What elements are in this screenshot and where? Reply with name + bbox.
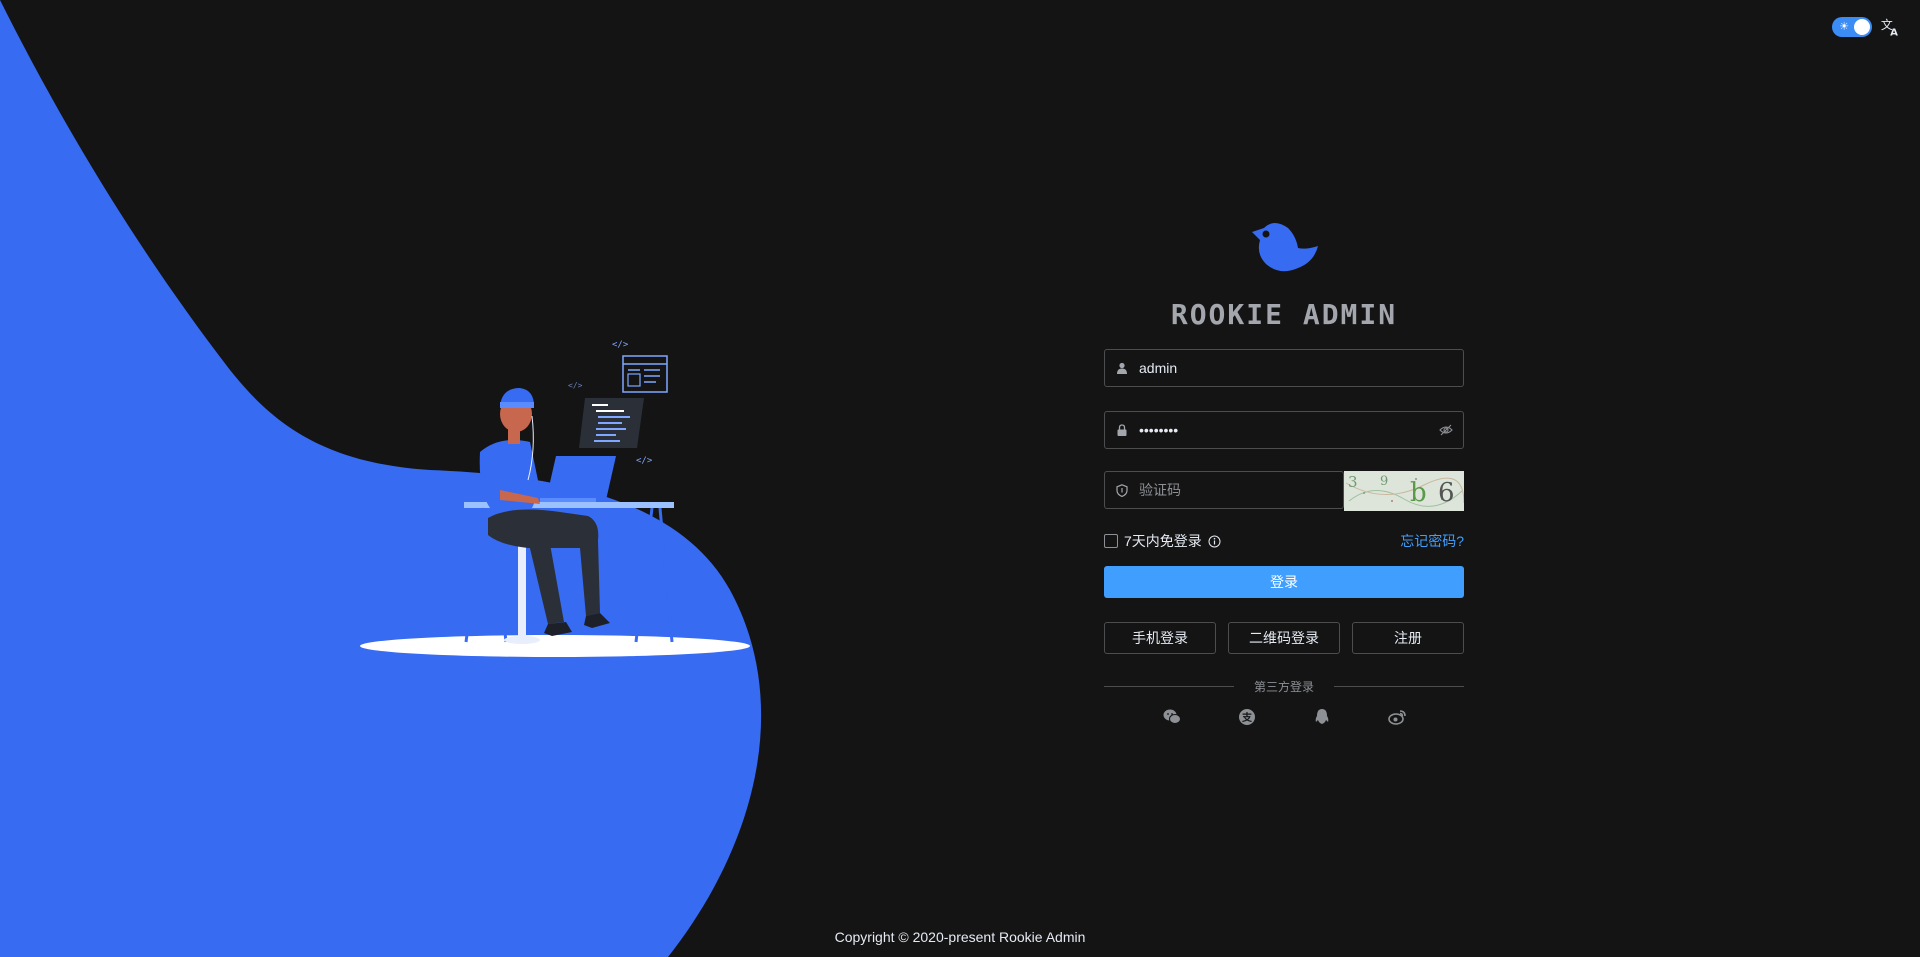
remember-row: 7天内免登录 忘记密码? <box>1104 531 1464 551</box>
svg-text:</>: </> <box>568 381 583 390</box>
forgot-password-link[interactable]: 忘记密码? <box>1400 531 1464 551</box>
login-form: ROOKIE ADMIN admin •••••••• 验证码 3 9 b 6 … <box>1104 210 1465 727</box>
remember-label[interactable]: 7天内免登录 <box>1124 531 1202 551</box>
svg-text:9: 9 <box>1380 474 1388 489</box>
sun-icon: ☀ <box>1839 21 1849 33</box>
toggle-knob <box>1854 19 1870 35</box>
register-button[interactable]: 注册 <box>1352 622 1464 654</box>
login-button[interactable]: 登录 <box>1104 566 1464 598</box>
header-controls: ☀ 文 A <box>1832 16 1902 38</box>
lock-icon <box>1105 424 1139 436</box>
user-icon <box>1105 362 1139 374</box>
qq-icon[interactable] <box>1312 707 1332 727</box>
captcha-input[interactable] <box>1139 472 1343 508</box>
bird-logo-icon <box>1252 223 1318 272</box>
divider-line-left <box>1104 686 1234 687</box>
username-input[interactable] <box>1139 350 1463 386</box>
password-input[interactable] <box>1139 412 1429 448</box>
svg-text:3: 3 <box>1348 473 1358 491</box>
eye-hidden-icon[interactable] <box>1429 424 1463 436</box>
alipay-icon[interactable]: 支 <box>1237 707 1257 727</box>
username-field[interactable] <box>1104 349 1464 387</box>
svg-text:</>: </> <box>612 340 629 350</box>
svg-text:A: A <box>1890 27 1898 38</box>
captcha-row: 3 9 b 6 <box>1104 471 1464 511</box>
captcha-image[interactable]: 3 9 b 6 <box>1344 471 1464 511</box>
svg-text:b: b <box>1410 478 1427 508</box>
divider-line-right <box>1334 686 1465 687</box>
theme-toggle[interactable]: ☀ <box>1832 17 1872 37</box>
social-login-row: 支 <box>1104 707 1464 727</box>
alt-login-row: 手机登录 二维码登录 注册 <box>1104 622 1464 654</box>
password-field[interactable] <box>1104 411 1464 449</box>
svg-text:</>: </> <box>636 456 653 466</box>
captcha-field[interactable] <box>1104 471 1344 509</box>
phone-login-button[interactable]: 手机登录 <box>1104 622 1216 654</box>
app-title: ROOKIE ADMIN <box>1170 298 1398 331</box>
developer-illustration: </> </> </> <box>360 340 750 657</box>
svg-text:6: 6 <box>1438 478 1455 508</box>
shield-icon <box>1105 483 1139 497</box>
weibo-icon[interactable] <box>1387 707 1407 727</box>
background-wave <box>0 0 762 957</box>
third-party-divider: 第三方登录 <box>1104 678 1465 695</box>
translate-icon[interactable]: 文 A <box>1880 16 1902 38</box>
remember-checkbox[interactable] <box>1104 534 1118 548</box>
qrcode-login-button[interactable]: 二维码登录 <box>1228 622 1340 654</box>
remember-group: 7天内免登录 <box>1104 531 1221 551</box>
info-icon[interactable] <box>1208 535 1221 548</box>
svg-text:支: 支 <box>1241 711 1253 724</box>
wechat-icon[interactable] <box>1162 707 1182 727</box>
third-party-label: 第三方登录 <box>1254 680 1315 694</box>
copyright-text: Copyright © 2020-present Rookie Admin <box>834 929 1086 945</box>
login-page: </> </> </> ☀ 文 A ROOKIE ADMIN admin •••… <box>0 0 1920 957</box>
